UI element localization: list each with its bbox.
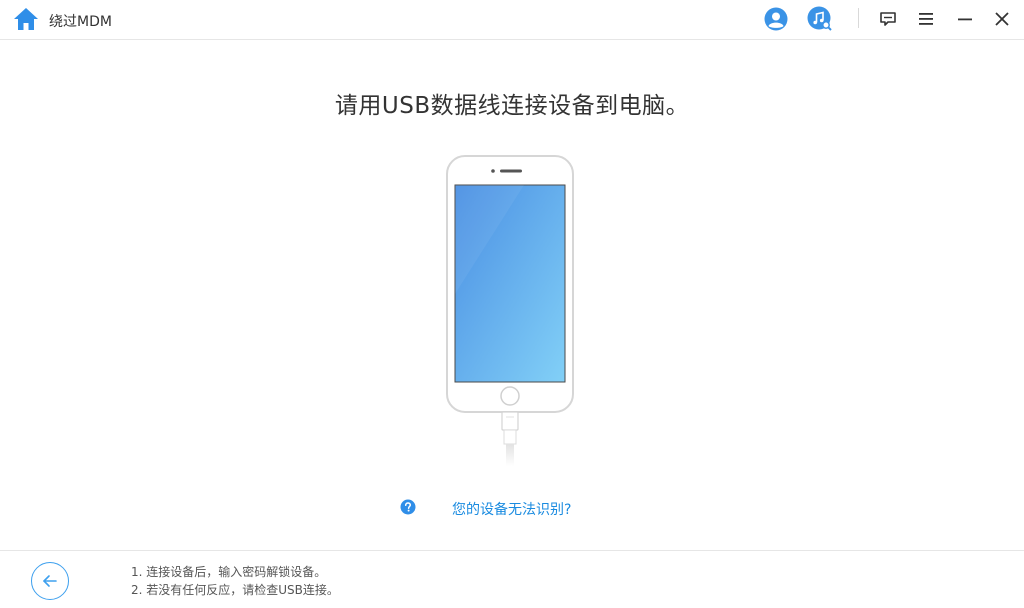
page-heading: 请用USB数据线连接设备到电脑。 bbox=[334, 93, 690, 119]
minimize-icon[interactable] bbox=[952, 6, 978, 32]
user-icon[interactable] bbox=[763, 6, 789, 32]
connection-tips: 1. 连接设备后，输入密码解锁设备。 2. 若没有任何反应，请检查USB连接。 bbox=[131, 563, 339, 599]
device-not-recognized-link[interactable]: 您的设备无法识别? bbox=[452, 499, 571, 519]
music-search-icon[interactable] bbox=[807, 6, 833, 32]
back-button[interactable] bbox=[31, 562, 69, 600]
footer-bar: 1. 连接设备后，输入密码解锁设备。 2. 若没有任何反应，请检查USB连接。 bbox=[0, 550, 1024, 608]
app-window: 绕过MDM 请用USB数据线连接设备到电脑。 您的设备无法识别? 1. 连接设备… bbox=[0, 0, 1024, 608]
help-icon[interactable] bbox=[400, 499, 416, 515]
feedback-icon[interactable] bbox=[875, 6, 901, 32]
home-icon[interactable] bbox=[13, 7, 39, 31]
title-bar: 绕过MDM bbox=[0, 0, 1024, 40]
menu-icon[interactable] bbox=[913, 6, 939, 32]
close-icon[interactable] bbox=[989, 6, 1015, 32]
tip-line-2: 2. 若没有任何反应，请检查USB连接。 bbox=[131, 583, 339, 597]
tip-line-1: 1. 连接设备后，输入密码解锁设备。 bbox=[131, 565, 327, 579]
phone-usb-illustration bbox=[444, 154, 576, 466]
toolbar-separator bbox=[858, 8, 859, 28]
arrow-left-icon bbox=[43, 575, 57, 587]
app-title: 绕过MDM bbox=[49, 14, 112, 30]
